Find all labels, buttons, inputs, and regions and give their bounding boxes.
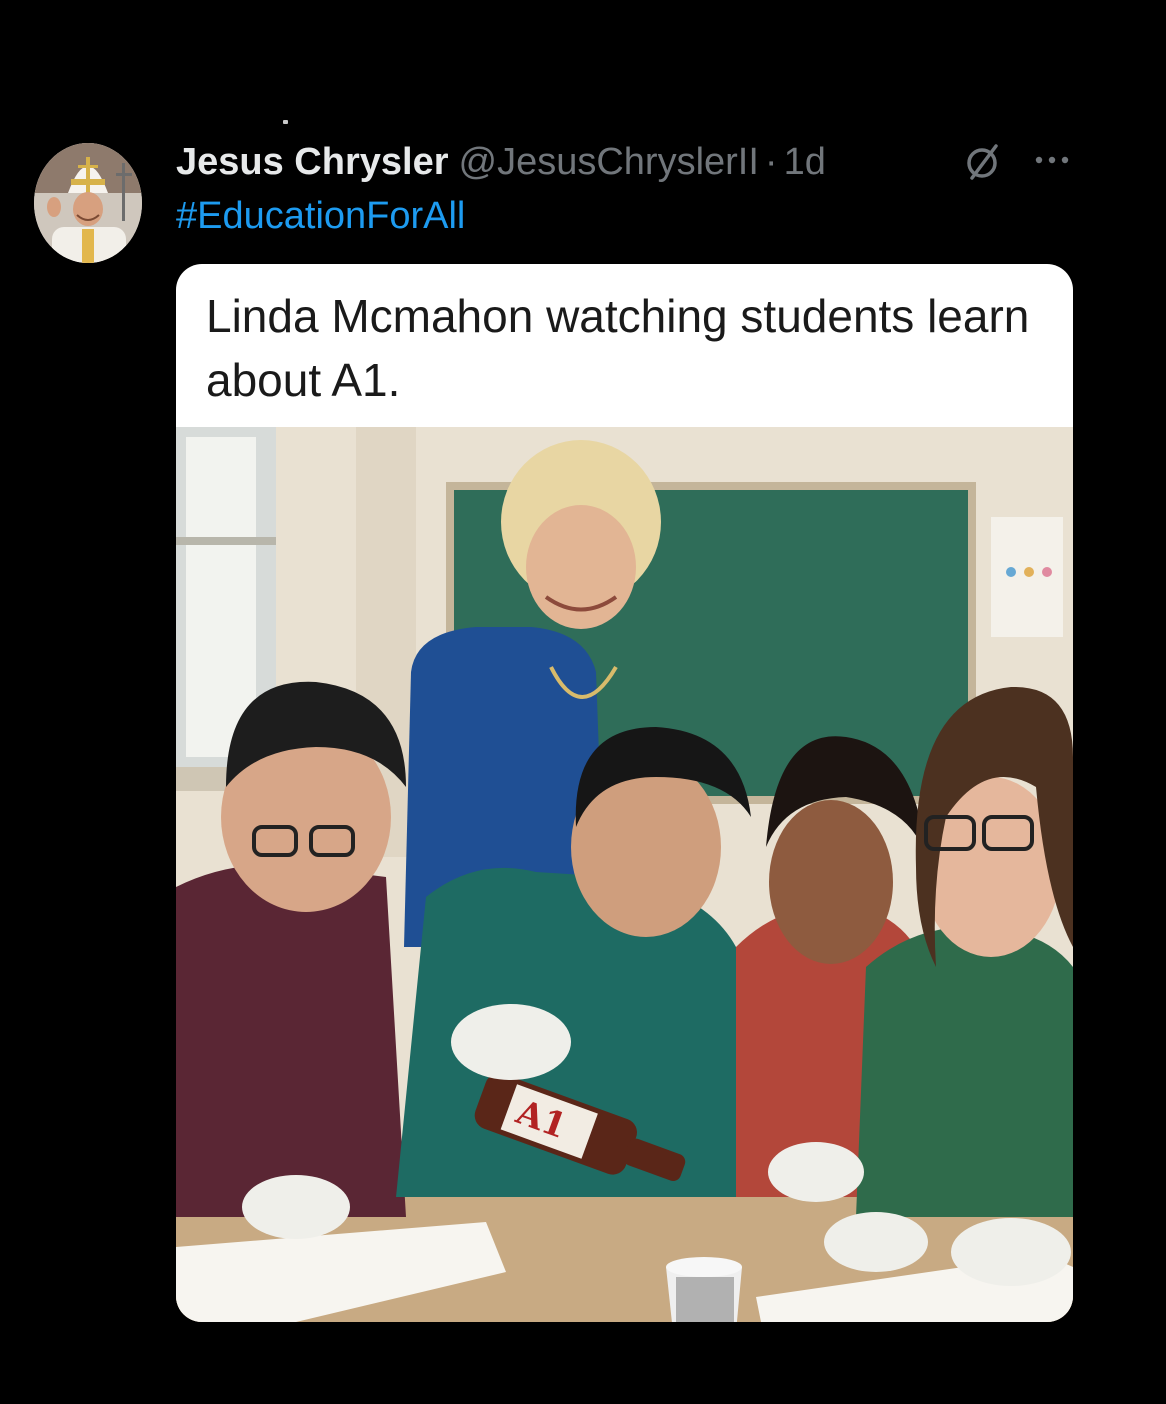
avatar-image	[34, 143, 142, 263]
grok-slashed-circle-icon[interactable]	[962, 142, 1006, 182]
status-dot	[283, 120, 288, 124]
header-separator: ·	[764, 140, 778, 183]
tweet-header: Jesus Chrysler @JesusChryslerII · 1d	[176, 140, 826, 184]
avatar[interactable]	[34, 143, 142, 263]
hashtag-link[interactable]: #EducationForAll	[176, 195, 465, 238]
more-options-icon[interactable]	[1032, 152, 1072, 168]
meme-photo: A1	[176, 427, 1073, 1322]
post-time[interactable]: 1d	[784, 141, 826, 184]
tweet-media-card[interactable]: Linda Mcmahon watching students learn ab…	[176, 264, 1073, 1322]
classroom-photo: A1	[176, 427, 1073, 1322]
author-handle[interactable]: @JesusChryslerII	[459, 141, 759, 184]
meme-caption: Linda Mcmahon watching students learn ab…	[206, 290, 1030, 406]
author-name[interactable]: Jesus Chrysler	[176, 141, 449, 184]
